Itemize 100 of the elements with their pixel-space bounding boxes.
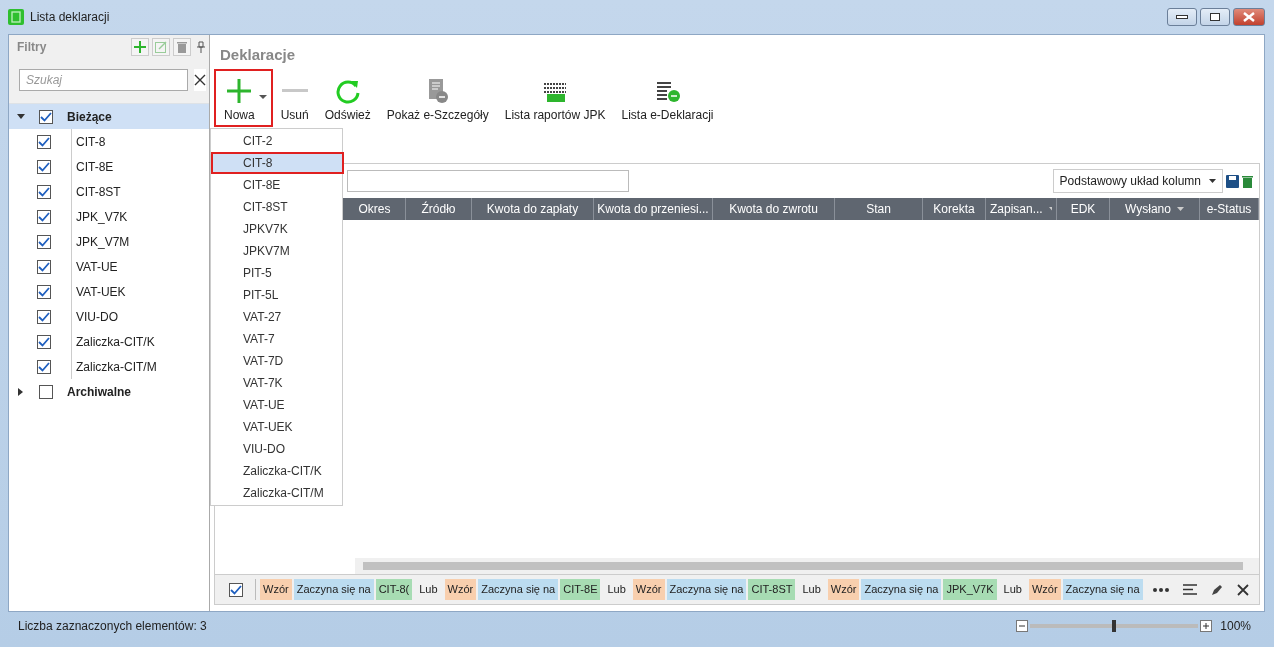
menu-item[interactable]: CIT-8ST: [211, 196, 342, 218]
horizontal-scrollbar[interactable]: [355, 558, 1259, 574]
menu-item[interactable]: JPKV7K: [211, 218, 342, 240]
value-tag: CIT-8E: [560, 579, 601, 600]
toolbar-button[interactable]: Odśwież: [316, 69, 379, 127]
field-tag: Wzór: [827, 579, 860, 600]
search-field[interactable]: [347, 170, 629, 192]
minimize-button[interactable]: [1167, 8, 1197, 26]
menu-item[interactable]: PIT-5: [211, 262, 342, 284]
close-button[interactable]: [1233, 8, 1265, 26]
field-tag: Wzór: [260, 579, 292, 600]
menu-item[interactable]: VIU-DO: [211, 438, 342, 460]
save-icon[interactable]: [1226, 174, 1239, 188]
tree-group-row[interactable]: Bieżące: [9, 104, 209, 129]
search-field[interactable]: Szukaj: [19, 69, 188, 91]
checkbox[interactable]: [37, 284, 51, 299]
tree-item-label[interactable]: CIT-8E: [76, 157, 114, 176]
checkbox[interactable]: [37, 209, 51, 224]
layout-dropdown[interactable]: Podstawowy układ kolumn: [1052, 169, 1223, 193]
checkbox[interactable]: [37, 309, 51, 324]
toolbar-button[interactable]: Lista raportów JPK: [496, 69, 614, 127]
caret-icon[interactable]: [1209, 179, 1216, 183]
expand-icon[interactable]: [17, 112, 25, 121]
menu-item[interactable]: PIT-5L: [211, 284, 342, 306]
value-tag: JPK_V7K: [943, 579, 997, 600]
more-icon[interactable]: [1153, 587, 1169, 592]
menu-item[interactable]: VAT-7K: [211, 372, 342, 394]
checkbox[interactable]: [229, 582, 243, 597]
minimize-icon: [1176, 15, 1188, 19]
filter-caret-icon[interactable]: [1176, 207, 1184, 211]
slider-thumb[interactable]: [1112, 619, 1117, 632]
tree-item-label[interactable]: CIT-8ST: [76, 182, 121, 201]
column-header[interactable]: e-Status: [1200, 198, 1259, 220]
zoom-out-icon[interactable]: [1016, 619, 1029, 632]
close-icon: [1243, 12, 1255, 22]
column-header[interactable]: Źródło: [406, 198, 472, 220]
checkbox[interactable]: [39, 384, 53, 399]
tree-item-label[interactable]: VAT-UE: [76, 257, 118, 276]
menu-item[interactable]: CIT-8E: [211, 174, 342, 196]
menu-item[interactable]: VAT-7: [211, 328, 342, 350]
operator-tag: Zaczyna się na: [666, 579, 747, 600]
column-header[interactable]: Zapisan...: [986, 198, 1057, 220]
column-header[interactable]: Stan: [835, 198, 923, 220]
value-tag: CIT-8(: [375, 579, 413, 600]
menu-item[interactable]: VAT-UEK: [211, 416, 342, 438]
zoom-in-icon[interactable]: [1200, 619, 1213, 632]
column-header[interactable]: Wysłano: [1110, 198, 1200, 220]
toolbar-button[interactable]: Pokaż e-Szczegóły: [378, 69, 497, 127]
menu-item[interactable]: Zaliczka-CIT/M: [211, 482, 342, 504]
toolbar-button[interactable]: Lista e-Deklaracji: [613, 69, 722, 127]
field-tag: Wzór: [632, 579, 665, 600]
checkbox[interactable]: [37, 184, 51, 199]
column-header[interactable]: Korekta: [923, 198, 986, 220]
or-label: Lub: [801, 582, 822, 598]
pin-icon[interactable]: [197, 41, 205, 53]
toolbar-button[interactable]: Nowa: [214, 69, 273, 127]
tree-item-label[interactable]: JPK_V7M: [76, 232, 130, 251]
align-icon[interactable]: [1183, 584, 1197, 595]
tree-group-row[interactable]: Archiwalne: [9, 379, 209, 404]
or-label: Lub: [606, 582, 627, 598]
checkbox[interactable]: [37, 359, 51, 374]
tree-item-label[interactable]: VAT-UEK: [76, 282, 126, 301]
tree-item-label[interactable]: CIT-8: [76, 132, 106, 151]
zoom-reading: 100%: [1220, 617, 1251, 635]
clear-icon[interactable]: [194, 69, 206, 91]
checkbox[interactable]: [37, 234, 51, 249]
maximize-button[interactable]: [1200, 8, 1230, 26]
caret-icon[interactable]: [258, 95, 267, 100]
pencil-icon[interactable]: [1211, 583, 1223, 596]
menu-item[interactable]: JPKV7M: [211, 240, 342, 262]
column-header[interactable]: EDK: [1057, 198, 1110, 220]
menu-item[interactable]: VAT-7D: [211, 350, 342, 372]
remove-icon: [281, 89, 308, 92]
checkbox[interactable]: [37, 259, 51, 274]
menu-item[interactable]: CIT-2: [211, 130, 342, 152]
tree-item-label[interactable]: Zaliczka-CIT/M: [76, 357, 157, 376]
panel-title: Filtry: [17, 39, 48, 56]
expand-icon[interactable]: [17, 387, 25, 396]
menu-item[interactable]: CIT-8: [211, 152, 344, 174]
menu-item[interactable]: VAT-UE: [211, 394, 342, 416]
delete-icon[interactable]: [173, 38, 191, 56]
menu-item[interactable]: Zaliczka-CIT/K: [211, 460, 342, 482]
checkbox[interactable]: [37, 334, 51, 349]
column-header[interactable]: Kwota do zwrotu: [713, 198, 835, 220]
menu-item[interactable]: VAT-27: [211, 306, 342, 328]
delete-icon[interactable]: [1242, 174, 1253, 188]
checkbox[interactable]: [37, 159, 51, 174]
toolbar-button[interactable]: Usuń: [272, 69, 317, 127]
tree-item-label[interactable]: JPK_V7K: [76, 207, 128, 226]
checkbox[interactable]: [37, 134, 51, 149]
operator-tag: Zaczyna się na: [861, 579, 942, 600]
column-header[interactable]: Kwota do przeniesi...: [594, 198, 713, 220]
tree-item-label[interactable]: Zaliczka-CIT/K: [76, 332, 155, 351]
close-icon[interactable]: [1237, 583, 1249, 596]
column-header[interactable]: Okres: [344, 198, 406, 220]
filter-caret-icon[interactable]: [1048, 207, 1052, 211]
column-header[interactable]: Kwota do zapłaty: [472, 198, 594, 220]
checkbox[interactable]: [39, 109, 53, 124]
section-title: Deklaracje: [219, 45, 297, 65]
tree-item-label[interactable]: VIU-DO: [76, 307, 118, 326]
